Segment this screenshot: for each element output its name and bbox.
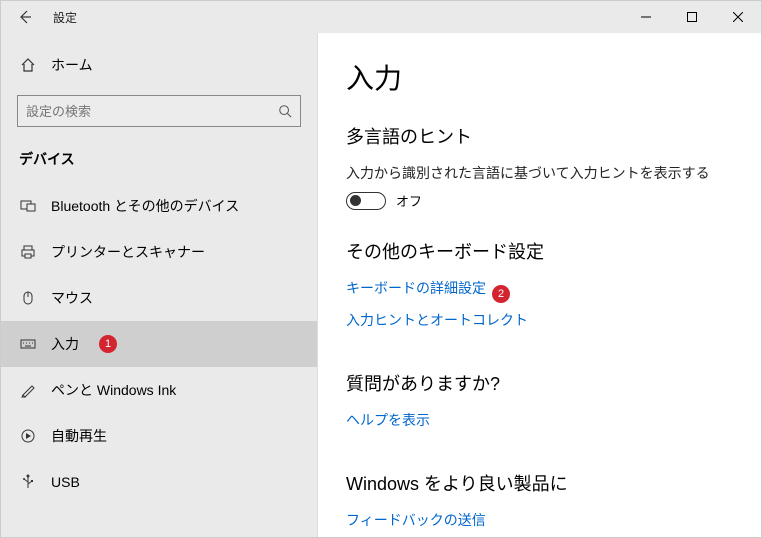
sidebar-item-label: プリンターとスキャナー xyxy=(51,242,205,262)
autoplay-icon xyxy=(19,428,37,444)
link-help[interactable]: ヘルプを表示 xyxy=(346,410,430,430)
section-make-windows-better: Windows をより良い製品に フィードバックの送信 xyxy=(346,470,733,537)
toggle-state-label: オフ xyxy=(396,191,422,210)
home-icon xyxy=(19,57,37,73)
sidebar-item-label: ペンと Windows Ink xyxy=(51,380,176,400)
devices-icon xyxy=(19,198,37,214)
sidebar-item-label: 入力 xyxy=(51,334,79,354)
section-have-question: 質問がありますか? ヘルプを表示 xyxy=(346,370,733,442)
sidebar: ホーム デバイス Bluetooth とその他のデバイス プリンターとスキャナー… xyxy=(1,33,318,537)
sidebar-group-header: デバイス xyxy=(1,143,317,183)
section-title: Windows をより良い製品に xyxy=(346,470,733,496)
link-typing-autocorrect[interactable]: 入力ヒントとオートコレクト xyxy=(346,310,528,330)
keyboard-icon xyxy=(19,336,37,352)
title-bar: 設定 xyxy=(1,1,761,33)
close-button[interactable] xyxy=(715,1,761,33)
annotation-badge-1: 1 xyxy=(99,335,117,353)
sidebar-item-usb[interactable]: USB xyxy=(1,459,317,505)
main-content: 入力 多言語のヒント 入力から識別された言語に基づいて入力ヒントを表示する オフ… xyxy=(318,33,761,537)
sidebar-item-label: マウス xyxy=(51,288,93,308)
search-input[interactable] xyxy=(26,104,278,119)
window-title: 設定 xyxy=(49,9,77,26)
sidebar-item-autoplay[interactable]: 自動再生 xyxy=(1,413,317,459)
section-multilang-hints: 多言語のヒント 入力から識別された言語に基づいて入力ヒントを表示する オフ xyxy=(346,123,733,210)
page-title: 入力 xyxy=(346,57,733,97)
maximize-button[interactable] xyxy=(669,1,715,33)
sidebar-item-label: 自動再生 xyxy=(51,426,107,446)
link-feedback[interactable]: フィードバックの送信 xyxy=(346,510,486,530)
printer-icon xyxy=(19,244,37,260)
annotation-badge-2: 2 xyxy=(492,285,510,303)
home-nav[interactable]: ホーム xyxy=(1,43,317,87)
mouse-icon xyxy=(19,290,37,306)
back-button[interactable] xyxy=(1,1,49,33)
sidebar-item-label: Bluetooth とその他のデバイス xyxy=(51,196,239,216)
minimize-button[interactable] xyxy=(623,1,669,33)
sidebar-item-mouse[interactable]: マウス xyxy=(1,275,317,321)
sidebar-item-bluetooth[interactable]: Bluetooth とその他のデバイス xyxy=(1,183,317,229)
sidebar-item-label: USB xyxy=(51,474,80,490)
sidebar-item-pen[interactable]: ペンと Windows Ink xyxy=(1,367,317,413)
toggle-switch[interactable] xyxy=(346,192,386,210)
search-icon xyxy=(278,104,292,118)
section-title: 多言語のヒント xyxy=(346,123,733,149)
sidebar-item-typing[interactable]: 入力 1 xyxy=(1,321,317,367)
search-box[interactable] xyxy=(17,95,301,127)
sidebar-item-printers[interactable]: プリンターとスキャナー xyxy=(1,229,317,275)
usb-icon xyxy=(19,474,37,490)
section-title: その他のキーボード設定 xyxy=(346,238,733,264)
setting-description: 入力から識別された言語に基づいて入力ヒントを表示する xyxy=(346,163,733,183)
section-other-keyboard: その他のキーボード設定 キーボードの詳細設定 2 入力ヒントとオートコレクト xyxy=(346,238,733,342)
home-label: ホーム xyxy=(51,55,93,75)
link-keyboard-advanced[interactable]: キーボードの詳細設定 xyxy=(346,278,486,298)
pen-icon xyxy=(19,382,37,398)
section-title: 質問がありますか? xyxy=(346,370,733,396)
